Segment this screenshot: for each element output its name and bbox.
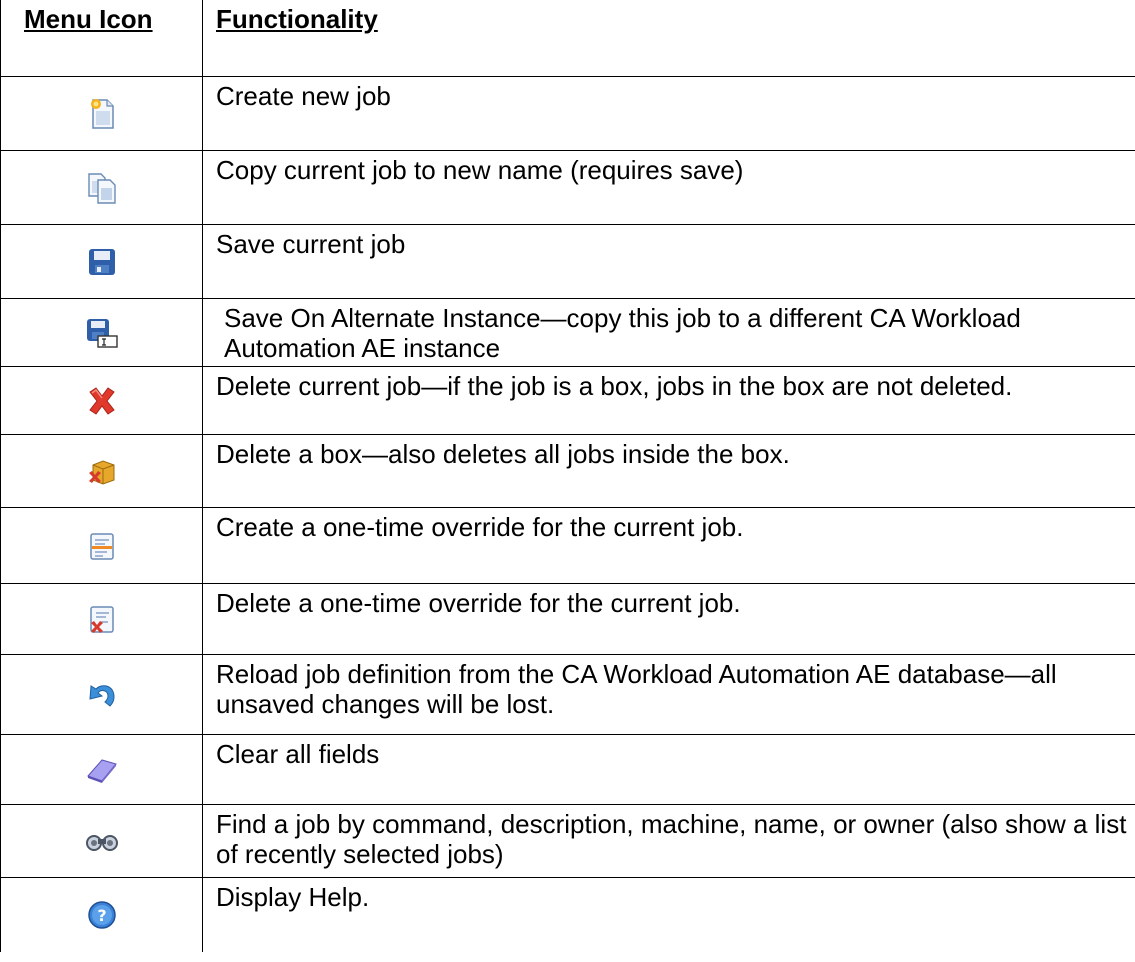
delete-override-icon [0,584,203,654]
row-text: Create new job [216,81,391,111]
row-text: Copy current job to new name (requires s… [216,155,744,185]
table-row: Clear all fields [0,735,1135,805]
row-text-cell: Delete a one-time override for the curre… [203,584,1135,654]
table-row: Delete current job—if the job is a box, … [0,367,1135,435]
row-text: Delete current job—if the job is a box, … [216,371,1013,401]
create-override-icon [0,508,203,583]
save-job-icon [0,225,203,298]
help-icon: ? [0,878,203,952]
row-text: Display Help. [216,882,370,912]
table-row: Copy current job to new name (requires s… [0,151,1135,225]
row-text: Delete a one-time override for the curre… [216,588,741,618]
table-row: Reload job definition from the CA Worklo… [0,655,1135,735]
row-text: Clear all fields [216,739,380,769]
row-text-cell: Delete a box—also deletes all jobs insid… [203,435,1135,507]
header-cell-icon: Menu Icon [0,0,203,76]
row-text-cell: Save current job [203,225,1135,298]
header-cell-func: Functionality [203,0,1135,76]
row-text-cell: Save On Alternate Instance—copy this job… [203,299,1135,366]
row-text: Save On Alternate Instance—copy this job… [224,303,1021,363]
reload-icon [0,655,203,734]
row-text-cell: Clear all fields [203,735,1135,804]
create-new-job-icon [0,77,203,150]
svg-text:?: ? [97,906,106,925]
table-row: Create a one-time override for the curre… [0,508,1135,584]
copy-job-icon [0,151,203,224]
row-text: Save current job [216,229,406,259]
row-text-cell: Find a job by command, description, mach… [203,805,1135,877]
table-row: Delete a one-time override for the curre… [0,584,1135,655]
row-text-cell: Display Help. [203,878,1135,952]
row-text: Reload job definition from the CA Worklo… [216,659,1057,719]
table-row: ? Display Help. [0,878,1135,952]
row-text-cell: Reload job definition from the CA Worklo… [203,655,1135,734]
row-text-cell: Create new job [203,77,1135,150]
header-functionality: Functionality [216,4,378,34]
row-text: Find a job by command, description, mach… [216,809,1127,869]
row-text-cell: Create a one-time override for the curre… [203,508,1135,583]
table-row: Create new job [0,77,1135,151]
table-row: Save On Alternate Instance—copy this job… [0,299,1135,367]
table-header-row: Menu Icon Functionality [0,0,1135,77]
row-text: Delete a box—also deletes all jobs insid… [216,439,790,469]
delete-box-icon [0,435,203,507]
delete-job-icon [0,367,203,434]
save-alternate-instance-icon [0,299,203,366]
table-row: Find a job by command, description, mach… [0,805,1135,878]
header-menu-icon: Menu Icon [24,4,153,34]
row-text-cell: Copy current job to new name (requires s… [203,151,1135,224]
binoculars-icon [0,805,203,877]
row-text: Create a one-time override for the curre… [216,512,744,542]
table-row: Delete a box—also deletes all jobs insid… [0,435,1135,508]
row-text-cell: Delete current job—if the job is a box, … [203,367,1135,434]
menu-icon-table: Menu Icon Functionality Create new job C… [0,0,1135,952]
eraser-icon [0,735,203,804]
table-row: Save current job [0,225,1135,299]
